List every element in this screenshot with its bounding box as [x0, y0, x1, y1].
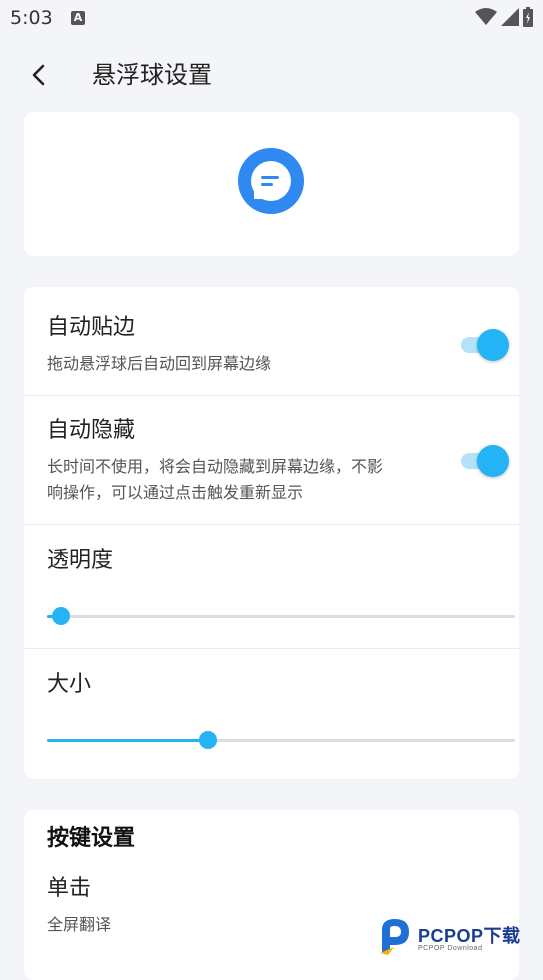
- setting-title: 大小: [47, 672, 92, 697]
- wifi-icon: [475, 8, 497, 25]
- status-time: 5:03: [10, 7, 53, 29]
- watermark: PCPOP下载 PCPOP Download: [378, 916, 543, 956]
- app-bar: 悬浮球设置: [0, 50, 543, 100]
- size-slider[interactable]: [47, 728, 515, 752]
- setting-row-auto-snap[interactable]: 自动贴边 拖动悬浮球后自动回到屏幕边缘: [24, 287, 519, 396]
- floating-ball-settings-card: 自动贴边 拖动悬浮球后自动回到屏幕边缘 自动隐藏 长时间不使用，将会自动隐藏到屏…: [24, 287, 519, 779]
- auto-hide-toggle[interactable]: [459, 444, 509, 477]
- setting-title: 单击: [47, 876, 92, 901]
- notification-icon: A: [71, 11, 85, 25]
- back-arrow-icon: [32, 64, 45, 86]
- watermark-sub: PCPOP Download: [418, 945, 483, 952]
- setting-description: 拖动悬浮球后自动回到屏幕边缘: [47, 354, 272, 373]
- setting-description-line2: 响操作，可以通过点击触发重新显示: [47, 483, 304, 502]
- auto-snap-toggle[interactable]: [459, 328, 509, 361]
- battery-icon: [523, 7, 533, 27]
- page-title: 悬浮球设置: [92, 61, 212, 89]
- setting-row-opacity: 透明度: [24, 524, 519, 649]
- pcpop-logo-icon: [380, 919, 409, 955]
- status-icons: [475, 7, 533, 27]
- slider-track: [47, 615, 515, 618]
- floating-ball-icon[interactable]: [237, 147, 305, 215]
- floating-ball-preview-card: [24, 112, 519, 256]
- slider-thumb[interactable]: [198, 731, 217, 749]
- slider-thumb[interactable]: [52, 607, 71, 625]
- toggle-knob: [477, 329, 509, 361]
- signal-icon: [501, 8, 519, 26]
- opacity-slider[interactable]: [47, 604, 515, 628]
- setting-title: 透明度: [47, 548, 114, 573]
- setting-title: 自动隐藏: [47, 418, 136, 443]
- toggle-knob: [477, 445, 509, 477]
- setting-description-line1: 长时间不使用，将会自动隐藏到屏幕边缘，不影: [47, 457, 384, 476]
- slider-fill: [47, 739, 208, 742]
- setting-row-auto-hide[interactable]: 自动隐藏 长时间不使用，将会自动隐藏到屏幕边缘，不影 响操作，可以通过点击触发重…: [24, 395, 519, 525]
- setting-row-size: 大小: [24, 648, 519, 779]
- section-title: 按键设置: [47, 826, 136, 851]
- back-button[interactable]: [22, 58, 56, 92]
- setting-title: 自动贴边: [47, 315, 136, 340]
- status-bar: 5:03 A: [0, 0, 543, 36]
